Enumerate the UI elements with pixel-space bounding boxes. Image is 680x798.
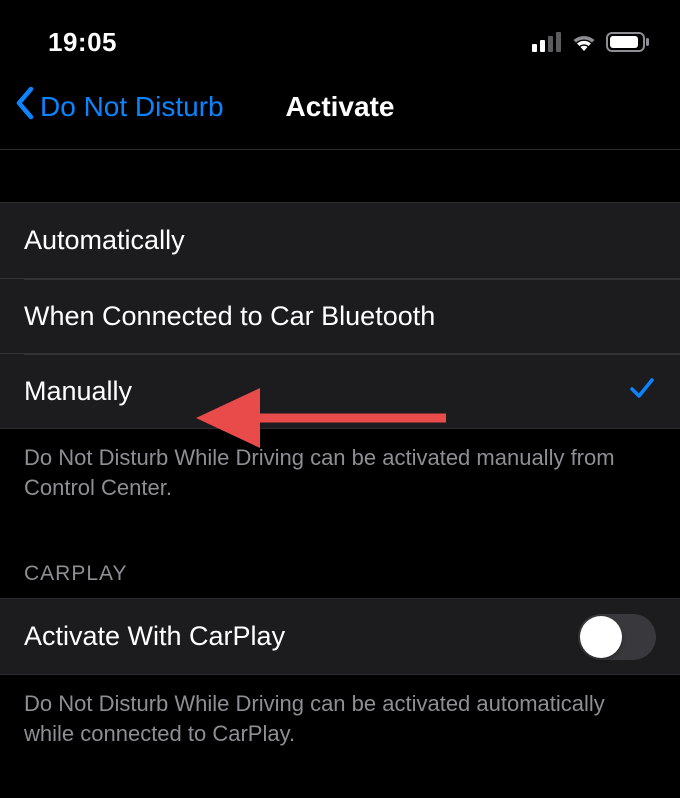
option-label: Manually: [24, 376, 132, 407]
option-label: When Connected to Car Bluetooth: [24, 301, 435, 332]
back-button[interactable]: Do Not Disturb: [14, 86, 224, 127]
row-label: Activate With CarPlay: [24, 621, 285, 652]
navigation-bar: Do Not Disturb Activate: [0, 72, 680, 150]
back-label: Do Not Disturb: [40, 91, 224, 123]
option-label: Automatically: [24, 225, 185, 256]
checkmark-icon: [628, 374, 656, 409]
activation-mode-group: Automatically When Connected to Car Blue…: [0, 202, 680, 429]
option-manually[interactable]: Manually: [0, 353, 680, 428]
page-title: Activate: [286, 91, 395, 123]
status-time: 19:05: [48, 27, 117, 58]
wifi-icon: [570, 32, 598, 52]
toggle-knob: [580, 616, 622, 658]
status-icons: [532, 32, 650, 52]
chevron-left-icon: [14, 86, 36, 127]
cellular-signal-icon: [532, 32, 562, 52]
row-activate-with-carplay: Activate With CarPlay: [0, 599, 680, 674]
battery-icon: [606, 32, 650, 52]
spacer: [0, 150, 680, 202]
activation-mode-footer: Do Not Disturb While Driving can be acti…: [0, 429, 680, 514]
option-car-bluetooth[interactable]: When Connected to Car Bluetooth: [0, 278, 680, 353]
carplay-group: Activate With CarPlay: [0, 598, 680, 675]
option-automatically[interactable]: Automatically: [0, 203, 680, 278]
status-bar: 19:05: [0, 0, 680, 72]
carplay-section-header: CARPLAY: [0, 514, 680, 598]
carplay-toggle[interactable]: [578, 614, 656, 660]
carplay-footer: Do Not Disturb While Driving can be acti…: [0, 675, 680, 760]
